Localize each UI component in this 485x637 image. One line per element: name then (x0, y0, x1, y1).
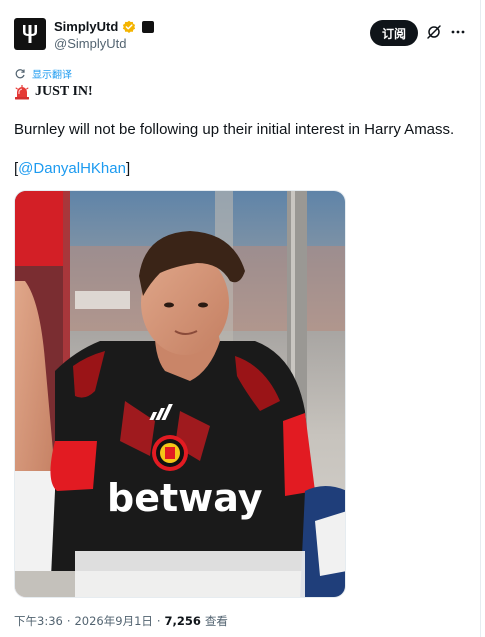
siren-icon (15, 85, 29, 100)
tweet-meta: 下午3:36 · 2026年9月1日 · 7,256 查看 (14, 613, 228, 629)
trident-icon (23, 25, 37, 43)
tweet-card: SimplyUtd @SimplyUtd 订阅 显示翻译 JUST IN! Bu… (0, 0, 481, 637)
handle[interactable]: @SimplyUtd (54, 36, 154, 51)
views-label: 查看 (204, 614, 228, 628)
tweet-photo[interactable]: betway (14, 190, 346, 598)
avatar[interactable] (14, 18, 46, 50)
breaking-headline: JUST IN! (14, 84, 93, 100)
mention-link[interactable]: @DanyalHKhan (18, 160, 126, 177)
post-date[interactable]: 2026年9月1日 (74, 613, 152, 629)
meta-separator: · (66, 614, 71, 628)
mention-line: [@DanyalHKhan] (14, 160, 130, 177)
grok-icon[interactable] (426, 24, 442, 40)
tweet-header: SimplyUtd @SimplyUtd 订阅 (14, 16, 466, 56)
show-translation-label: 显示翻译 (32, 70, 72, 81)
verified-badge-icon[interactable] (122, 20, 136, 34)
affiliate-badge-icon[interactable] (142, 20, 155, 33)
show-translation-link[interactable]: 显示翻译 (14, 66, 72, 81)
meta-separator: · (156, 614, 161, 628)
post-time[interactable]: 下午3:36 (14, 613, 63, 629)
headline-text: JUST IN! (35, 84, 93, 99)
more-options-icon[interactable] (450, 24, 466, 40)
jersey-sponsor-text: betway (107, 476, 263, 520)
tweet-body: Burnley will not be following up their i… (14, 121, 455, 138)
mention-bracket-close: ] (125, 160, 131, 177)
views-count[interactable]: 7,256 (165, 614, 201, 628)
translate-icon (15, 68, 25, 78)
player-photo: betway (15, 191, 345, 597)
subscribe-button[interactable]: 订阅 (369, 20, 418, 46)
account-names: SimplyUtd @SimplyUtd (54, 18, 155, 51)
display-name[interactable]: SimplyUtd (54, 19, 118, 34)
